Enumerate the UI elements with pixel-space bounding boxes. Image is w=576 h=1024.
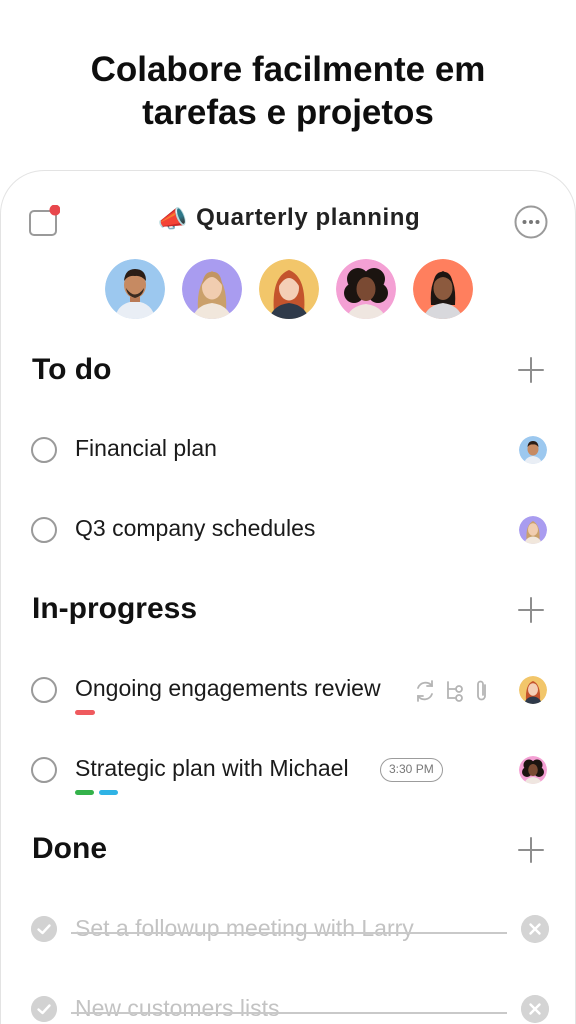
project-header: 📣 Quarterly planning [1, 171, 575, 271]
task-label: Ongoing engagements review [75, 675, 381, 701]
task-label: Set a followup meeting with Larry [75, 915, 414, 941]
avatar[interactable] [413, 259, 473, 319]
task-checkbox[interactable] [31, 677, 57, 703]
remove-icon[interactable] [521, 915, 549, 943]
project-title-text: Quarterly planning [196, 204, 421, 231]
task-meta-icons [417, 680, 486, 702]
add-task-in-progress-icon[interactable] [517, 596, 545, 624]
task-label: Strategic plan with Michael [75, 755, 349, 781]
section-title-in-progress: In-progress [32, 592, 198, 625]
headline-line-2: tarefas e projetos [142, 93, 434, 132]
section-title-done: Done [32, 832, 107, 865]
task-followup-meeting[interactable]: Set a followup meeting with Larry [1, 900, 576, 960]
avatar[interactable] [259, 259, 319, 319]
task-checkbox[interactable] [31, 437, 57, 463]
assignee-avatar [519, 516, 547, 544]
more-options-icon[interactable] [514, 205, 548, 239]
assignee-avatar [519, 676, 547, 704]
time-badge: 3:30 PM [380, 758, 443, 782]
task-new-customers-lists[interactable]: New customers lists [1, 980, 576, 1024]
recurring-icon [417, 680, 433, 702]
add-task-done-icon[interactable] [517, 836, 545, 864]
task-tag-blue [99, 790, 118, 795]
assignee-avatar [519, 756, 547, 784]
avatar[interactable] [105, 259, 165, 319]
section-title-todo: To do [32, 353, 112, 386]
collaborator-avatars [1, 259, 576, 321]
task-q3-company-schedules[interactable]: Q3 company schedules [1, 500, 576, 560]
strikethrough-line [71, 1012, 507, 1014]
avatar[interactable] [182, 259, 242, 319]
headline-line-1: Colabore facilmente em [90, 50, 486, 89]
completed-check-icon[interactable] [31, 916, 57, 942]
task-tag-red [75, 710, 95, 715]
project-card: 📣 Quarterly planning To do Financial pla… [0, 170, 576, 1024]
assignee-avatar [519, 436, 547, 464]
task-label: Q3 company schedules [75, 515, 316, 541]
task-ongoing-engagements-review[interactable]: Ongoing engagements review [1, 660, 576, 720]
add-task-todo-icon[interactable] [517, 356, 545, 384]
avatar[interactable] [336, 259, 396, 319]
task-checkbox[interactable] [31, 757, 57, 783]
task-label: New customers lists [75, 995, 280, 1021]
task-tag-green [75, 790, 94, 795]
completed-check-icon[interactable] [31, 996, 57, 1022]
headline: Colabore facilmente em tarefas e projeto… [0, 48, 576, 134]
task-financial-plan[interactable]: Financial plan [1, 420, 576, 480]
task-checkbox[interactable] [31, 517, 57, 543]
attachment-icon [477, 680, 486, 701]
subtasks-icon [447, 681, 463, 702]
strikethrough-line [71, 932, 507, 934]
task-strategic-plan[interactable]: Strategic plan with Michael 3:30 PM [1, 740, 576, 800]
remove-icon[interactable] [521, 995, 549, 1023]
task-label: Financial plan [75, 435, 217, 461]
megaphone-icon: 📣 [157, 206, 189, 233]
project-title: 📣 Quarterly planning [1, 204, 576, 234]
